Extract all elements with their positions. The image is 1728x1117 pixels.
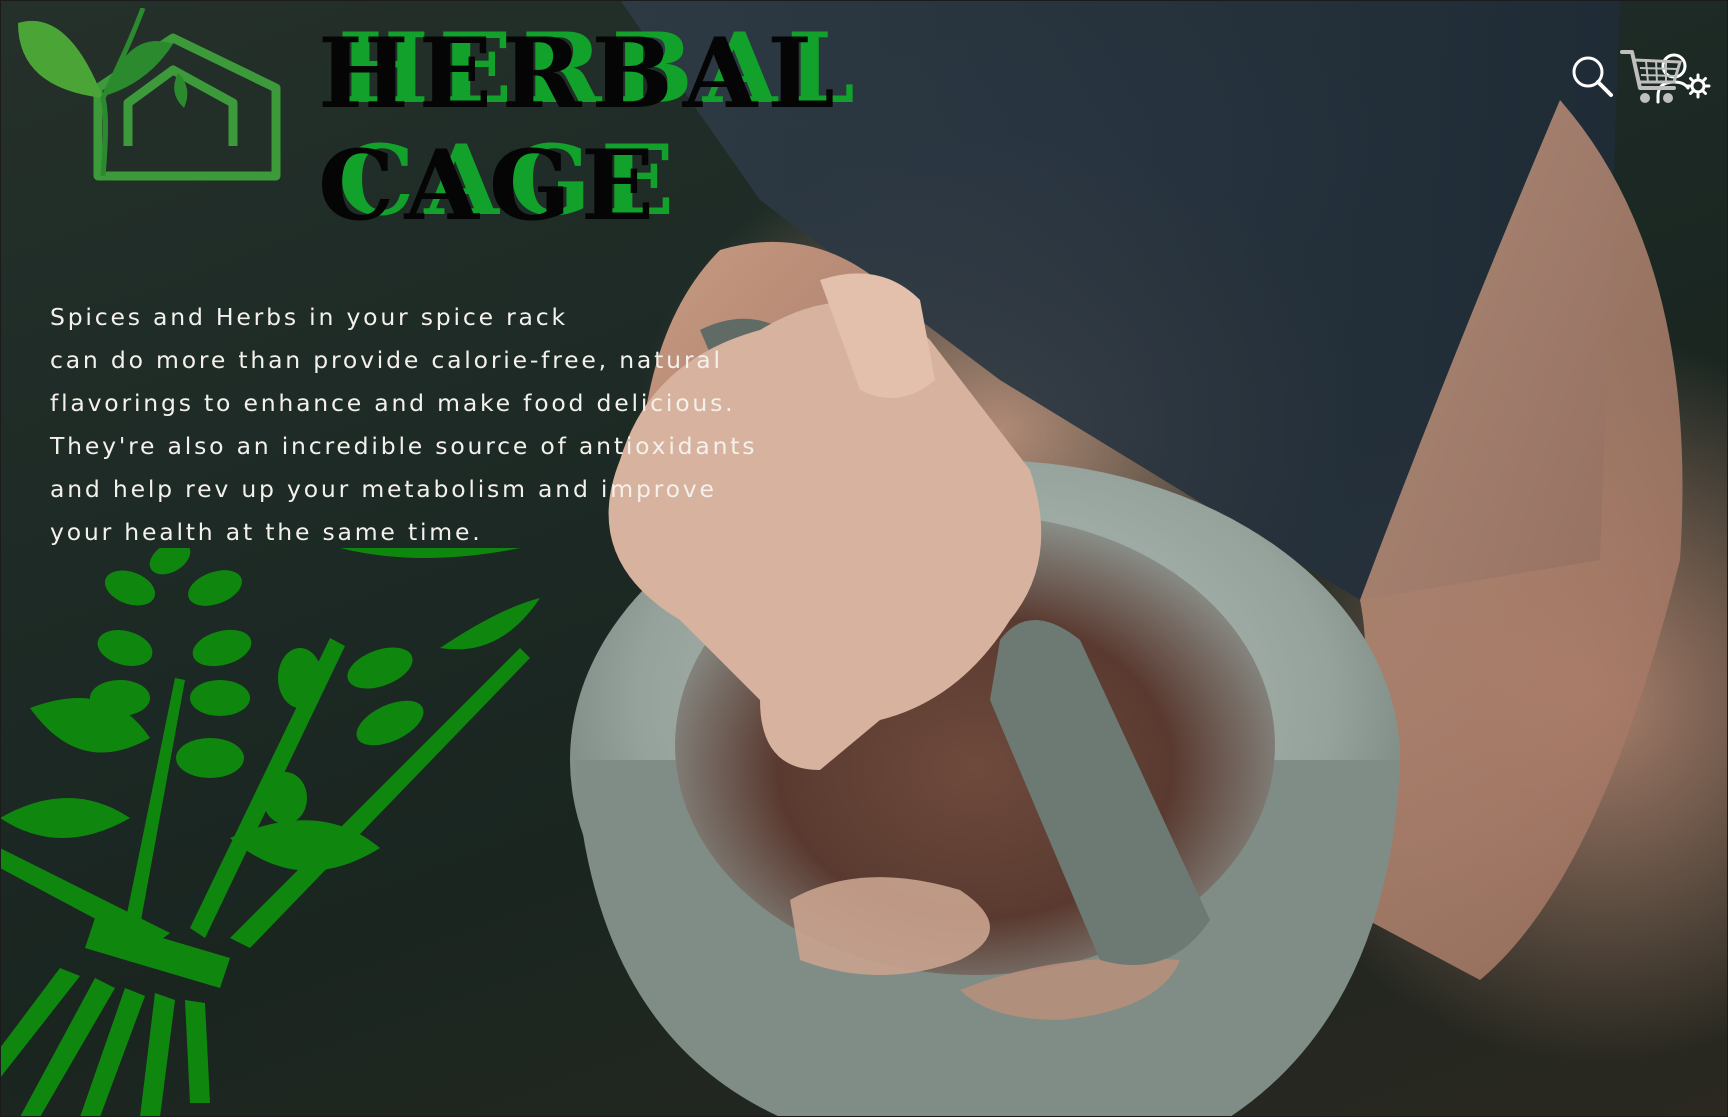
herb-bouquet-illustration [0,548,540,1117]
hero-section: HERBAL CAGE Spices and Herbs in your spi… [0,0,1728,1117]
search-button[interactable] [1570,54,1614,98]
search-icon [1572,56,1613,97]
cart-icon [1620,50,1682,103]
hero-description: Spices and Herbs in your spice rack can … [50,303,758,546]
herbal-cage-logo[interactable] [8,8,288,183]
brand-title-line-1: HERBAL [318,17,845,130]
brand-title-line-2: CAGE [318,129,665,242]
brand-title: HERBAL CAGE [318,18,845,242]
cart-button-visible[interactable] [1620,48,1682,106]
header-toolbar [1428,46,1728,116]
